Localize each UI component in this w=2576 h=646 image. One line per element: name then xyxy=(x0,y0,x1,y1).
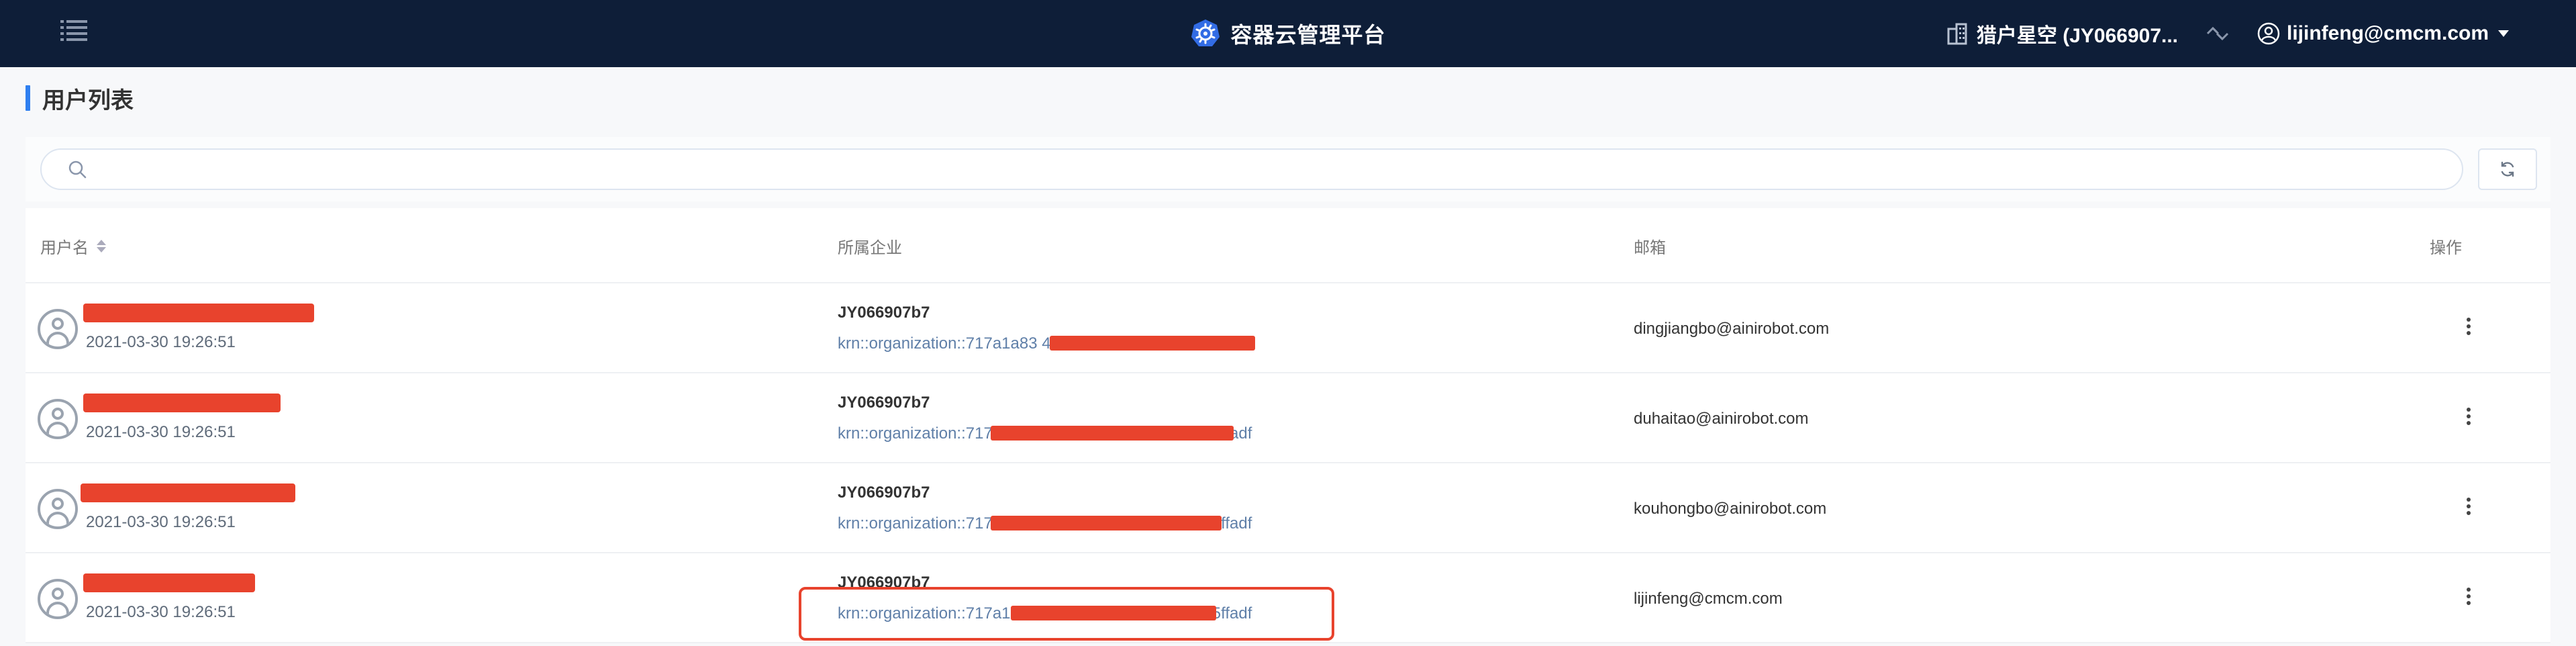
table-row: 2021-03-30 19:26:51 JY066907b7 krn::orga… xyxy=(26,463,2550,553)
table-row: 2021-03-30 19:26:51 JY066907b7 krn::orga… xyxy=(26,373,2550,463)
title-accent-bar xyxy=(26,85,30,111)
redacted-username xyxy=(83,304,314,322)
redacted-username xyxy=(81,483,295,502)
org-switcher[interactable]: 猎户星空 (JY066907... xyxy=(1946,19,2178,48)
redacted-krn xyxy=(1011,606,1216,620)
user-circle-icon xyxy=(2257,22,2280,45)
redacted-krn xyxy=(991,516,1222,530)
created-time: 2021-03-30 19:26:51 xyxy=(86,603,236,621)
link-icon xyxy=(2206,26,2229,41)
more-actions-button[interactable] xyxy=(2455,403,2482,430)
avatar xyxy=(38,489,78,529)
user-email-label: lijinfeng@cmcm.com xyxy=(2287,22,2489,44)
table-header: 用户名 所属企业 邮箱 操作 xyxy=(26,208,2550,283)
email: dingjiangbo@ainirobot.com xyxy=(1634,320,1830,338)
app-title: 容器云管理平台 xyxy=(1230,23,1386,47)
column-header-org: 所属企业 xyxy=(838,208,902,283)
org-name: JY066907b7 xyxy=(838,573,930,592)
column-header-email: 邮箱 xyxy=(1634,208,1666,283)
sort-icon[interactable] xyxy=(97,239,106,252)
redacted-username xyxy=(83,573,255,592)
org-name: JY066907b7 xyxy=(838,483,930,502)
building-icon xyxy=(1947,23,1967,45)
redacted-krn xyxy=(991,426,1234,441)
avatar xyxy=(38,399,78,439)
org-label: 猎户星空 (JY066907... xyxy=(1976,25,2179,47)
user-table: 用户名 所属企业 邮箱 操作 2021-03-30 19:26:51 JY066… xyxy=(26,208,2550,643)
column-header-username[interactable]: 用户名 xyxy=(40,208,106,283)
column-label: 所属企业 xyxy=(838,238,902,257)
search-input[interactable] xyxy=(98,150,2462,189)
avatar xyxy=(38,579,78,619)
link-button[interactable] xyxy=(2205,24,2230,44)
more-actions-button[interactable] xyxy=(2455,583,2482,610)
column-label: 邮箱 xyxy=(1634,238,1666,257)
created-time: 2021-03-30 19:26:51 xyxy=(86,513,236,531)
search-icon xyxy=(68,160,87,179)
user-menu[interactable]: lijinfeng@cmcm.com xyxy=(2257,22,2509,45)
more-actions-button[interactable] xyxy=(2455,493,2482,520)
page-header: 用户列表 xyxy=(26,85,134,113)
column-label: 用户名 xyxy=(40,238,89,257)
table-row: 2021-03-30 19:26:51 JY066907b7 krn::orga… xyxy=(26,283,2550,373)
org-name: JY066907b7 xyxy=(838,304,930,322)
menu-toggle-button[interactable] xyxy=(58,15,90,47)
org-name: JY066907b7 xyxy=(838,394,930,412)
column-header-actions: 操作 xyxy=(2430,208,2462,283)
more-actions-button[interactable] xyxy=(2455,313,2482,340)
chevron-down-icon xyxy=(2498,30,2509,37)
table-row: 2021-03-30 19:26:51 JY066907b7 krn::orga… xyxy=(26,553,2550,643)
email: kouhongbo@ainirobot.com xyxy=(1634,500,1827,518)
refresh-icon xyxy=(2501,161,2514,177)
redacted-krn xyxy=(1050,336,1255,351)
page-title: 用户列表 xyxy=(42,87,134,113)
email: lijinfeng@cmcm.com xyxy=(1634,590,1783,608)
search-panel xyxy=(26,137,2550,201)
avatar xyxy=(38,309,78,349)
redacted-username xyxy=(83,394,281,412)
top-bar: 容器云管理平台 猎户星空 (JY066907... lijinfeng@cmcm… xyxy=(0,0,2576,67)
email: duhaitao@ainirobot.com xyxy=(1634,410,1809,428)
search-box[interactable] xyxy=(40,148,2463,190)
kubernetes-logo-icon xyxy=(1191,19,1220,46)
column-label: 操作 xyxy=(2430,238,2462,257)
created-time: 2021-03-30 19:26:51 xyxy=(86,423,236,441)
refresh-button[interactable] xyxy=(2478,148,2537,190)
created-time: 2021-03-30 19:26:51 xyxy=(86,333,236,351)
list-icon xyxy=(60,20,87,41)
